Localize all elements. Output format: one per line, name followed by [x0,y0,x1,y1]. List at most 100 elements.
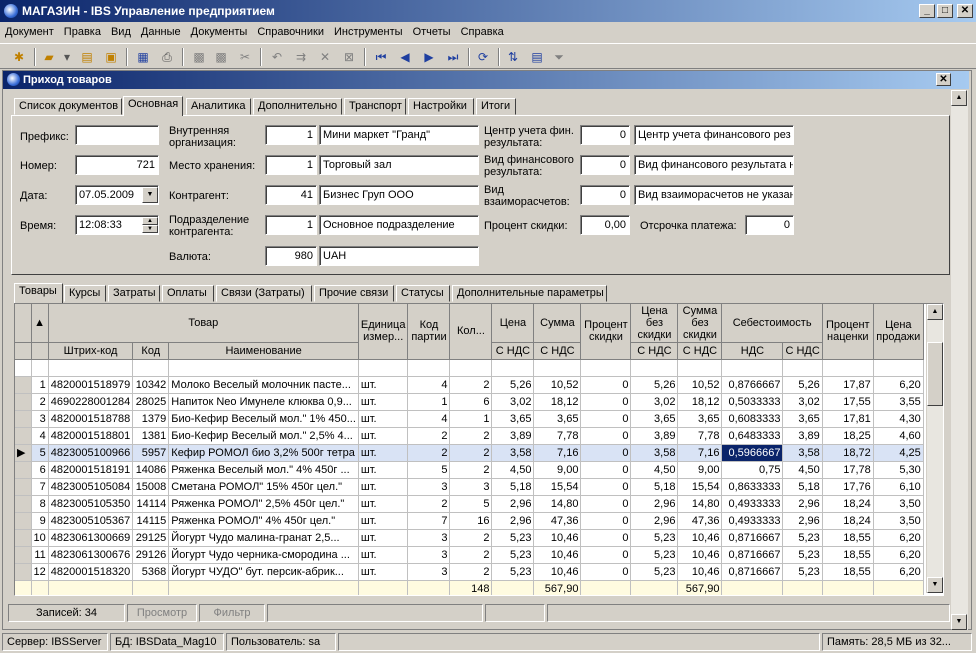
cell-sale-price[interactable]: 5,30 [873,461,924,479]
cell-cost-vat[interactable]: 3,65 [782,410,823,428]
tab-payments[interactable]: Оплаты [162,285,214,302]
cell-unit[interactable]: шт. [358,444,409,462]
cell-unit[interactable]: шт. [358,478,409,496]
cell-markup[interactable]: 18,72 [822,444,874,462]
cell-sale-price[interactable]: 6,20 [873,376,924,394]
cancel-icon[interactable]: ⊠ [340,48,358,66]
cell-price-nd[interactable]: 5,18 [630,478,679,496]
cell-name[interactable]: Ряженка Веселый мол." 4% 450г ... [168,461,359,479]
cell-unit[interactable]: шт. [358,512,409,530]
close-button[interactable]: ✕ [957,4,973,18]
cell-batch[interactable]: 2 [407,444,451,462]
cell-sale-price[interactable]: 4,60 [873,427,924,445]
cell-price-nd[interactable]: 5,23 [630,529,679,547]
table-row[interactable]: ▶ 5 4823005100966 5957 Кефир РОМОЛ био 3,2% … [15,444,924,462]
cell-barcode[interactable]: 4820001518320 [48,563,134,581]
folder-icon[interactable]: ▤ [78,48,96,66]
cell-sum-nd[interactable]: 18,12 [677,393,723,411]
cell-barcode[interactable]: 4823005105367 [48,512,134,530]
cell-qty[interactable]: 2 [449,546,493,564]
goods-grid[interactable]: ▲ Товар Единица измер... Код партии Кол.… [14,303,944,596]
cell-qty[interactable]: 16 [449,512,493,530]
cell-cost-vat[interactable]: 5,18 [782,478,823,496]
fin-center-code[interactable]: 0 [580,125,630,145]
cell-barcode[interactable]: 4820001518191 [48,461,134,479]
cell-qty[interactable]: 2 [449,427,493,445]
cell-price[interactable]: 3,65 [491,410,535,428]
price-header[interactable]: Цена [491,304,535,343]
cell-cost-nds[interactable]: 0,8633333 [721,478,784,496]
last-record-icon[interactable]: ⏭ [444,48,462,66]
settle-code[interactable]: 0 [580,185,630,205]
cell-sum-nd[interactable]: 15,54 [677,478,723,496]
cell-sum-nd[interactable]: 10,46 [677,563,723,581]
batch-header[interactable]: Код партии [407,304,451,360]
cell-markup[interactable]: 18,55 [822,563,874,581]
cell-sum-nd[interactable]: 9,00 [677,461,723,479]
menu-edit[interactable]: Правка [59,22,106,42]
cell-name[interactable]: Сметана РОМОЛ" 15% 450г цел." [168,478,359,496]
cell-markup[interactable]: 17,87 [822,376,874,394]
cell-cost-vat[interactable]: 5,23 [782,546,823,564]
tab-main[interactable]: Основная [123,96,183,116]
cell-sum[interactable]: 10,46 [533,563,582,581]
sale-price-header[interactable]: Цена продажи [873,304,924,360]
cell-row-number[interactable]: 3 [31,410,49,428]
cell-barcode[interactable]: 4823005105084 [48,478,134,496]
cell-unit[interactable]: шт. [358,529,409,547]
preview-icon[interactable]: ▦ [134,48,152,66]
menu-references[interactable]: Справочники [252,22,329,42]
cell-cost-vat[interactable]: 2,96 [782,495,823,513]
cell-batch[interactable]: 7 [407,512,451,530]
tab-costs[interactable]: Затраты [108,285,160,302]
cell-sale-price[interactable]: 3,55 [873,393,924,411]
cell-batch[interactable]: 3 [407,546,451,564]
next-record-icon[interactable]: ▶ [420,48,438,66]
internal-org-name[interactable]: Мини маркет "Гранд" [319,125,479,145]
cell-unit[interactable]: шт. [358,410,409,428]
table-row[interactable]: 11 4823061300676 29126 Йогурт Чудо черника-… [15,546,924,564]
cell-price-nd[interactable]: 5,23 [630,546,679,564]
cell-markup[interactable]: 17,55 [822,393,874,411]
name-header[interactable]: Наименование [168,342,359,360]
cell-code[interactable]: 29126 [132,546,170,564]
cell-sale-price[interactable]: 3,50 [873,495,924,513]
cell-barcode[interactable]: 4823005105350 [48,495,134,513]
view-button[interactable]: Просмотр [127,604,197,622]
cell-barcode[interactable]: 4823005100966 [48,444,134,462]
cell-markup[interactable]: 18,55 [822,546,874,564]
cell-cost-nds[interactable]: 0,8766667 [721,376,784,394]
cell-qty[interactable]: 2 [449,529,493,547]
cell-price[interactable]: 4,50 [491,461,535,479]
cell-code[interactable]: 14114 [132,495,170,513]
grid-scroll-down-icon[interactable]: ▼ [927,577,943,593]
paste-icon[interactable]: ▩ [212,48,230,66]
cell-cost-vat[interactable]: 3,89 [782,427,823,445]
filter-edit-icon[interactable]: ▤ [528,48,546,66]
insert-icon[interactable]: ⇉ [292,48,310,66]
cost-nds-header[interactable]: НДС [721,342,784,360]
cell-sum-nd[interactable]: 10,46 [677,546,723,564]
print-icon[interactable]: ⎙ [158,48,176,66]
cell-price-nd[interactable]: 3,89 [630,427,679,445]
tab-rates[interactable]: Курсы [64,285,106,302]
cell-cost-nds[interactable]: 0,5033333 [721,393,784,411]
cell-sum-nd[interactable]: 14,80 [677,495,723,513]
cell-discount[interactable]: 0 [580,563,632,581]
cell-row-number[interactable]: 1 [31,376,49,394]
refresh-icon[interactable]: ⟳ [474,48,492,66]
cell-sum[interactable]: 47,36 [533,512,582,530]
tab-statuses[interactable]: Статусы [396,285,450,302]
cell-price[interactable]: 2,96 [491,512,535,530]
cell-cost-vat[interactable]: 5,26 [782,376,823,394]
prev-record-icon[interactable]: ◀ [396,48,414,66]
grid-scroll-up-icon[interactable]: ▲ [927,304,943,320]
sum-nd-vat-header[interactable]: С НДС [677,342,723,360]
cell-sum[interactable]: 18,12 [533,393,582,411]
cell-sum-nd[interactable]: 7,16 [677,444,723,462]
cell-cost-vat[interactable]: 3,02 [782,393,823,411]
cell-cost-nds[interactable]: 0,4933333 [721,512,784,530]
cell-sum[interactable]: 14,80 [533,495,582,513]
cell-sum-nd[interactable]: 3,65 [677,410,723,428]
cell-code[interactable]: 28025 [132,393,170,411]
